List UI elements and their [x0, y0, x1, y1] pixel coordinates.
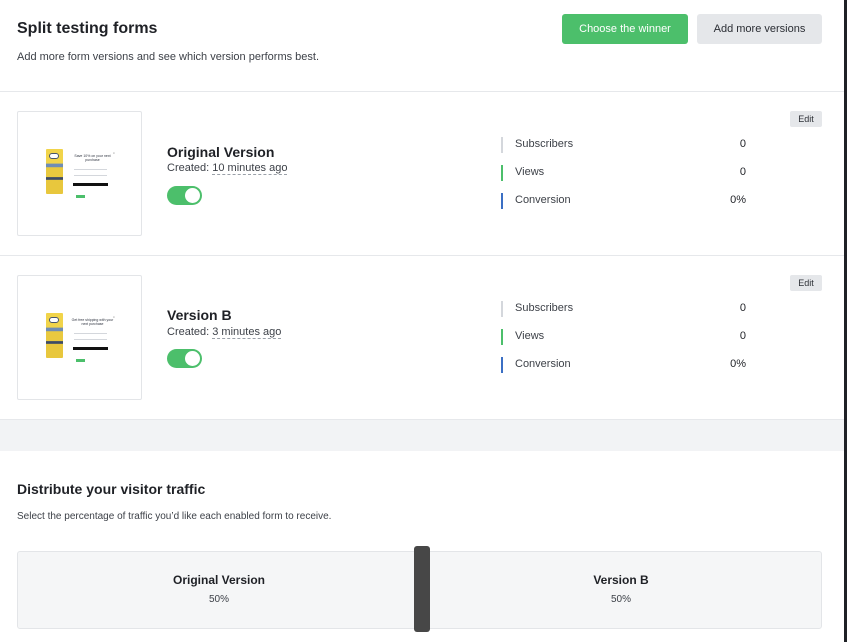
thumbnail-close-icon: × — [113, 315, 115, 319]
version-enabled-toggle[interactable] — [167, 186, 202, 205]
section-divider — [0, 420, 844, 451]
split-testing-page: Split testing forms Add more form versio… — [0, 0, 847, 642]
stat-bar — [501, 357, 503, 373]
stat-views: Views 0 — [501, 329, 751, 345]
stat-value: 0 — [739, 302, 746, 314]
thumbnail-close-icon: × — [113, 151, 115, 155]
stat-conversion: Conversion 0% — [501, 193, 751, 209]
thumbnail-divider — [74, 169, 107, 170]
distribution-title: Distribute your visitor traffic — [17, 481, 206, 497]
stat-subscribers: Subscribers 0 — [501, 137, 751, 153]
stat-label: Views — [515, 166, 545, 178]
thumbnail-eye-icon — [49, 153, 59, 159]
slider-drag-handle[interactable] — [414, 546, 430, 632]
created-time: 3 minutes ago — [212, 326, 282, 339]
stat-bar — [501, 329, 503, 345]
created-prefix: Created: — [167, 162, 213, 174]
segment-original-name: Original Version — [172, 573, 266, 587]
stat-label: Subscribers — [515, 302, 574, 314]
page-title: Split testing forms — [17, 20, 158, 37]
form-thumbnail[interactable]: Get free shipping with your next purchas… — [17, 275, 142, 400]
version-enabled-toggle[interactable] — [167, 349, 202, 368]
stat-value: 0% — [730, 194, 746, 206]
segment-b-name: Version B — [593, 573, 649, 587]
stat-views: Views 0 — [501, 165, 751, 181]
page-header: Split testing forms Add more form versio… — [0, 0, 844, 92]
stat-label: Views — [515, 330, 545, 342]
version-name: Version B — [167, 307, 232, 323]
stat-label: Conversion — [515, 358, 571, 370]
form-thumbnail[interactable]: Save 10% on your next purchase × — [17, 111, 142, 236]
version-card-original: Save 10% on your next purchase × Origina… — [0, 92, 844, 256]
choose-winner-button[interactable]: Choose the winner — [562, 14, 688, 44]
thumbnail-submit-bar — [73, 347, 108, 350]
created-prefix: Created: — [167, 326, 213, 338]
version-card-b: Get free shipping with your next purchas… — [0, 256, 844, 420]
stat-label: Conversion — [515, 194, 571, 206]
stat-value: 0% — [730, 358, 746, 370]
stat-subscribers: Subscribers 0 — [501, 301, 751, 317]
page-subtitle: Add more form versions and see which ver… — [17, 51, 320, 63]
version-created: Created: 3 minutes ago — [167, 326, 282, 339]
version-created: Created: 10 minutes ago — [167, 162, 288, 175]
thumbnail-green-button — [76, 195, 85, 198]
thumbnail-submit-bar — [73, 183, 108, 186]
distribution-subtitle: Select the percentage of traffic you’d l… — [17, 511, 332, 522]
segment-b-percent: 50% — [610, 594, 631, 605]
toggle-knob — [185, 351, 200, 366]
add-more-versions-button[interactable]: Add more versions — [697, 14, 822, 44]
created-time: 10 minutes ago — [212, 162, 288, 175]
thumbnail-divider — [74, 339, 107, 340]
thumbnail-divider — [74, 175, 107, 176]
stat-conversion: Conversion 0% — [501, 357, 751, 373]
edit-button[interactable]: Edit — [790, 111, 822, 127]
segment-original-percent: 50% — [208, 594, 229, 605]
stat-label: Subscribers — [515, 138, 574, 150]
stat-value: 0 — [739, 166, 746, 178]
stat-bar — [501, 301, 503, 317]
stat-bar — [501, 165, 503, 181]
edit-button[interactable]: Edit — [790, 275, 822, 291]
stat-bar — [501, 137, 503, 153]
thumbnail-headline: Save 10% on your next purchase — [74, 154, 111, 162]
thumbnail-green-button — [76, 359, 85, 362]
stat-value: 0 — [739, 138, 746, 150]
thumbnail-eye-icon — [49, 317, 59, 323]
thumbnail-headline: Get free shipping with your next purchas… — [71, 318, 114, 326]
stat-value: 0 — [739, 330, 746, 342]
thumbnail-divider — [74, 333, 107, 334]
stat-bar — [501, 193, 503, 209]
toggle-knob — [185, 188, 200, 203]
version-name: Original Version — [167, 144, 275, 160]
